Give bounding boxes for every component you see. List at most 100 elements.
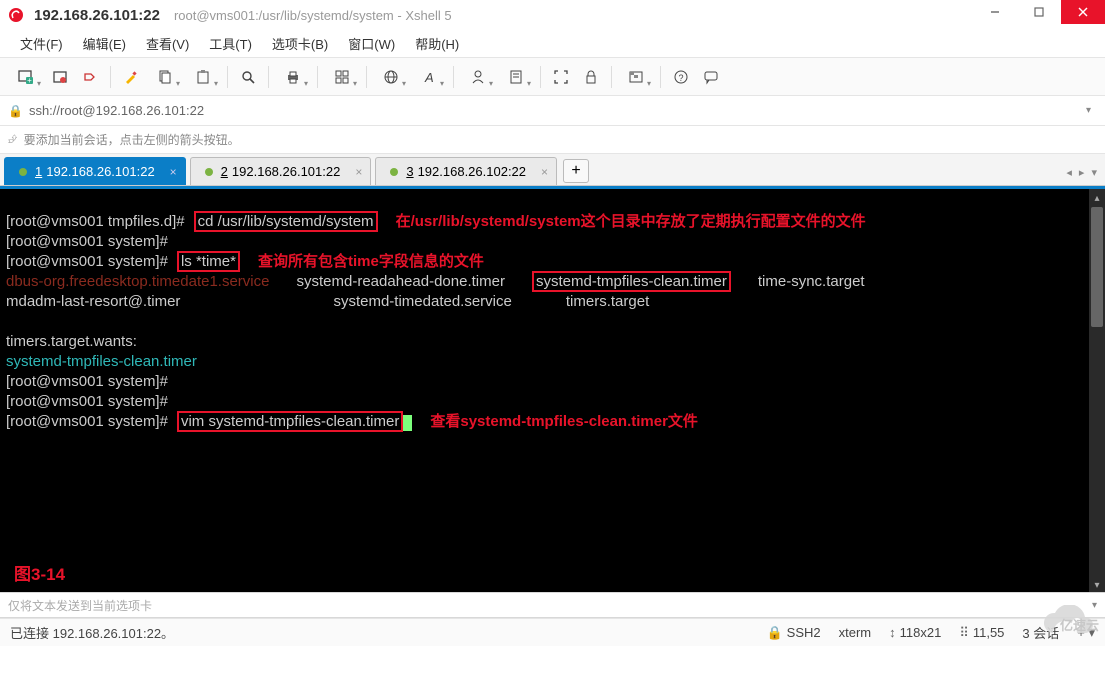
tab-nav-arrows[interactable]: ◂ ▸ ▾ [1066,166,1099,179]
cmd-cd: cd /usr/lib/systemd/system [194,211,378,232]
address-dropdown-icon[interactable]: ▾ [1080,105,1097,116]
status-dot-icon [205,168,213,176]
scroll-down-icon[interactable]: ▾ [1089,576,1105,592]
out: systemd-readahead-done.timer [297,273,505,290]
svg-text:A: A [424,70,434,85]
menu-tools[interactable]: 工具(T) [201,30,260,57]
annotation-2: 查询所有包含time字段信息的文件 [258,253,484,270]
hint-bar: ⮵ 要添加当前会话，点击左侧的箭头按钮。 [0,126,1105,154]
status-size: ↕118x21 [889,625,941,640]
hint-arrow-icon[interactable]: ⮵ [8,132,18,147]
cmd-vim: vim systemd-tmpfiles-clean.timer [177,411,403,432]
status-dot-icon [390,168,398,176]
window-ip: 192.168.26.101:22 [34,7,160,24]
scroll-thumb[interactable] [1091,207,1103,327]
out: systemd-timedated.service [333,293,511,310]
layout-icon[interactable] [324,63,360,91]
close-button[interactable] [1061,0,1105,24]
status-connection: 已连接 192.168.26.101:22。 [10,623,174,642]
terminal[interactable]: [root@vms001 tmpfiles.d]# cd /usr/lib/sy… [0,186,1105,592]
user-icon[interactable] [460,63,496,91]
properties-icon[interactable] [117,63,145,91]
cursor [403,415,412,431]
send-bar[interactable]: 仅将文本发送到当前选项卡 ▾ [0,592,1105,618]
chat-icon[interactable] [697,63,725,91]
menu-tab[interactable]: 选项卡(B) [264,30,336,57]
out: time-sync.target [758,273,865,290]
status-bar: 已连接 192.168.26.101:22。 🔒SSH2 xterm ↕118x… [0,618,1105,646]
minimize-button[interactable] [973,0,1017,24]
status-term: xterm [839,625,872,640]
app-icon [8,7,24,23]
tab-row: 1 192.168.26.101:22 × 2 192.168.26.101:2… [0,154,1105,186]
scroll-up-icon[interactable]: ▴ [1089,189,1105,205]
search-icon[interactable] [234,63,262,91]
figure-label: 图3-14 [14,565,65,584]
prompt: [root@vms001 system]# [6,233,168,250]
tab-label: 192.168.26.101:22 [232,164,340,179]
address-url: ssh://root@192.168.26.101:22 [29,103,204,118]
ssh-icon: 🔒 [766,625,782,641]
tab-close-icon[interactable]: × [170,165,177,179]
fullscreen-icon[interactable] [547,63,575,91]
watermark-text: 亿速云 [1060,615,1099,634]
copy-icon[interactable] [147,63,183,91]
menu-edit[interactable]: 编辑(E) [75,30,134,57]
cmd-ls: ls *time* [177,251,240,272]
script-icon[interactable] [498,63,534,91]
tab-3[interactable]: 3 192.168.26.102:22 × [375,157,557,185]
svg-text:+: + [27,76,32,85]
menu-help[interactable]: 帮助(H) [407,30,467,57]
out: mdadm-last-resort@.timer [6,293,180,310]
tab-1[interactable]: 1 192.168.26.101:22 × [4,157,186,185]
menu-file[interactable]: 文件(F) [12,30,71,57]
print-icon[interactable] [275,63,311,91]
prompt: [root@vms001 system]# [6,253,168,270]
terminal-scrollbar[interactable]: ▴ ▾ [1089,189,1105,592]
new-session-icon[interactable]: + [8,63,44,91]
tab-add-button[interactable]: + [563,159,589,183]
transparent-icon[interactable] [618,63,654,91]
address-bar[interactable]: 🔒 ssh://root@192.168.26.101:22 ▾ [0,96,1105,126]
disconnect-icon[interactable] [76,63,104,91]
tab-num: 1 [35,164,42,179]
prompt: [root@vms001 system]# [6,393,168,410]
out: systemd-tmpfiles-clean.timer [6,353,197,370]
lock-small-icon: 🔒 [8,104,23,118]
title-bar: 192.168.26.101:22 root@vms001:/usr/lib/s… [0,0,1105,30]
svg-text:?: ? [678,73,683,83]
font-icon[interactable]: A [411,63,447,91]
hint-text: 要添加当前会话，点击左侧的箭头按钮。 [24,131,240,148]
tab-num: 2 [221,164,228,179]
prompt: [root@vms001 system]# [6,373,168,390]
menu-window[interactable]: 窗口(W) [340,30,403,57]
tab-label: 192.168.26.101:22 [46,164,154,179]
tab-2[interactable]: 2 192.168.26.101:22 × [190,157,372,185]
menu-bar: 文件(F) 编辑(E) 查看(V) 工具(T) 选项卡(B) 窗口(W) 帮助(… [0,30,1105,58]
prompt: [root@vms001 system]# [6,413,168,430]
window-subtitle: root@vms001:/usr/lib/systemd/system - Xs… [174,8,452,23]
status-pos: ⠿11,55 [959,625,1004,641]
globe-icon[interactable] [373,63,409,91]
annotation-3: 查看systemd-tmpfiles-clean.timer文件 [430,413,698,430]
maximize-button[interactable] [1017,0,1061,24]
status-ssh: 🔒SSH2 [766,625,820,641]
pos-icon: ⠿ [959,625,969,641]
send-placeholder: 仅将文本发送到当前选项卡 [8,597,152,614]
reconnect-icon[interactable] [46,63,74,91]
out: timers.target.wants: [6,333,137,350]
toolbar: + A ? [0,58,1105,96]
out: dbus-org.freedesktop.timedate1.service [6,273,269,290]
status-dot-icon [19,168,27,176]
lock-icon[interactable] [577,63,605,91]
tab-label: 192.168.26.102:22 [418,164,526,179]
help-icon[interactable]: ? [667,63,695,91]
tab-close-icon[interactable]: × [541,165,548,179]
menu-view[interactable]: 查看(V) [138,30,197,57]
size-icon: ↕ [889,625,896,640]
tab-num: 3 [406,164,413,179]
annotation-1: 在/usr/lib/systemd/system这个目录中存放了定期执行配置文件… [396,213,866,230]
paste-icon[interactable] [185,63,221,91]
tab-close-icon[interactable]: × [355,165,362,179]
prompt: [root@vms001 tmpfiles.d]# [6,213,185,230]
